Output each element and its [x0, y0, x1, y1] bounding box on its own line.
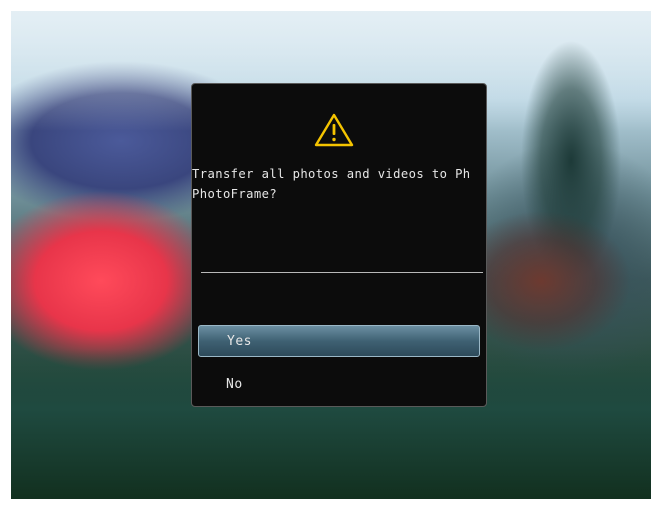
yes-label: Yes [227, 334, 252, 349]
yes-option[interactable]: Yes [198, 325, 480, 357]
dialog-message: Transfer all photos and videos to Ph Pho… [192, 164, 486, 204]
no-option[interactable]: No [198, 369, 480, 401]
message-line-2: PhotoFrame? [192, 187, 278, 201]
photo-background: Transfer all photos and videos to Ph Pho… [11, 11, 651, 499]
warning-icon [314, 113, 354, 147]
no-label: No [226, 377, 243, 392]
message-line-1: Transfer all photos and videos to Ph [192, 167, 471, 181]
divider [201, 272, 483, 273]
confirm-dialog: Transfer all photos and videos to Ph Pho… [191, 83, 487, 407]
